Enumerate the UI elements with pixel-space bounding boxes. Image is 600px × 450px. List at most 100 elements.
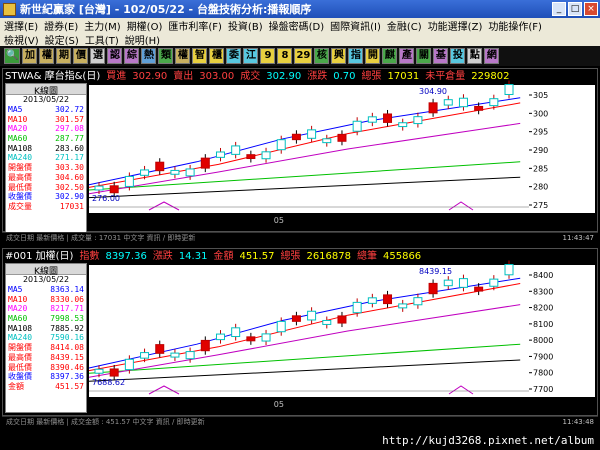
candle-body	[443, 99, 453, 106]
menu-item[interactable]: 說明(H)	[125, 32, 160, 47]
legend-row: MA10 8330.06	[6, 295, 86, 305]
status-clock: 11:43:48	[562, 418, 594, 426]
candle-body	[261, 151, 271, 160]
candle-body	[140, 169, 150, 176]
menu-item[interactable]: 金融(C)	[387, 18, 422, 33]
toolbar-button[interactable]: 認	[107, 48, 123, 64]
candle-body	[291, 133, 301, 141]
menu-item[interactable]: 功能選擇(Z)	[428, 18, 483, 33]
toolbar-button[interactable]: 指	[348, 48, 364, 64]
toolbar-button[interactable]: 類	[158, 48, 174, 64]
maximize-button[interactable]: □	[568, 2, 582, 16]
quote-field: #001 加權(日)	[5, 251, 74, 262]
legend-label: 收盤價	[8, 192, 32, 202]
toolbar-button[interactable]: 期	[56, 48, 72, 64]
indicator-legend-taiex: K線圖 2013/05/22 MA5 8363.14 MA10 8330.06 MA20 82…	[5, 263, 87, 413]
toolbar-button[interactable]: 29	[294, 48, 313, 64]
candle-body	[474, 286, 484, 292]
legend-row: MA240 7590.16	[6, 333, 86, 343]
toolbar-button[interactable]: 加	[22, 48, 38, 64]
toolbar-button[interactable]: 江	[243, 48, 259, 64]
toolbar-button[interactable]: 價	[73, 48, 89, 64]
menu-item[interactable]: 功能操作(F)	[488, 18, 542, 33]
toolbar-button[interactable]: 興	[331, 48, 347, 64]
high-price-label: 8439.15	[419, 267, 452, 276]
candle-body	[155, 161, 165, 172]
candle-body	[231, 327, 241, 338]
toolbar-button[interactable]: 熱	[141, 48, 157, 64]
quote-field: 0.70	[333, 71, 356, 82]
legend-value: 271.17	[55, 153, 84, 163]
y-tick-label: 280	[533, 183, 548, 192]
quote-field: 金額	[213, 251, 234, 262]
toolbar-button[interactable]: 開	[365, 48, 381, 64]
toolbar-button[interactable]: 基	[433, 48, 449, 64]
toolbar-button[interactable]: 綜	[124, 48, 140, 64]
candle-body	[504, 84, 514, 95]
toolbar-button[interactable]: 點	[467, 48, 483, 64]
legend-value: 17031	[59, 201, 84, 211]
quote-field: STWA& 摩台指&(日)	[5, 71, 101, 82]
quote-field: 455866	[383, 251, 422, 262]
menu-item[interactable]: 國際資訊(I)	[330, 18, 381, 33]
quote-field: 14.31	[178, 251, 208, 262]
toolbar-button[interactable]: 權	[39, 48, 55, 64]
toolbar-button[interactable]: 權	[175, 48, 191, 64]
candle-body	[261, 333, 271, 342]
legend-title: K線圖	[6, 84, 86, 97]
legend-label: 金額	[8, 381, 24, 391]
toolbar-button[interactable]: 8	[277, 48, 293, 64]
minimize-button[interactable]: _	[552, 2, 566, 16]
toolbar-button[interactable]: 智	[192, 48, 208, 64]
toolbar-button[interactable]: 櫃	[209, 48, 225, 64]
menu-item[interactable]: 證券(E)	[44, 18, 78, 33]
toolbar-button[interactable]: 麒	[382, 48, 398, 64]
toolbar-button[interactable]: 產	[399, 48, 415, 64]
y-tick-label: 7900	[533, 352, 553, 361]
menu-item[interactable]: 投資(B)	[228, 18, 263, 33]
close-button[interactable]: ×	[584, 2, 598, 16]
search-icon[interactable]: 🔍	[4, 48, 21, 64]
legend-row: MA10 301.57	[6, 115, 86, 125]
candle-body	[367, 116, 377, 123]
chart-panel-taiex[interactable]: 8400 8300 8200 8100 8000 7900 7800 7700 8439.15 7…	[2, 248, 598, 416]
legend-row: MA5 302.72	[6, 105, 86, 115]
legend-label: 最高價	[8, 352, 32, 362]
candle-body	[383, 113, 393, 123]
candlestick-chart-mtx[interactable]: 305 300 295 290 285 280 275 304.90 276.00 05	[3, 69, 597, 231]
legend-label: MA5	[8, 105, 23, 114]
toolbar-button[interactable]: 網	[484, 48, 500, 64]
legend-row: MA60 7998.53	[6, 314, 86, 324]
menu-bar: 選擇(E) 證券(E) 主力(M) 期權(O) 匯市利率(F) 投資(B) 操盤密碼(D) 國…	[0, 18, 600, 47]
menu-item[interactable]: 操盤密碼(D)	[269, 18, 325, 33]
menu-item[interactable]: 主力(M)	[84, 18, 120, 33]
status-clock: 11:43:47	[562, 234, 594, 242]
menu-item[interactable]: 設定(S)	[45, 32, 79, 47]
quote-field: 17031	[387, 71, 420, 82]
candle-body	[367, 297, 377, 304]
menu-item[interactable]: 匯市利率(F)	[168, 18, 222, 33]
high-price-label: 304.90	[419, 87, 447, 96]
quote-field: 賣出	[173, 71, 194, 82]
toolbar-button[interactable]: 核	[314, 48, 330, 64]
menu-item[interactable]: 選擇(E)	[4, 18, 38, 33]
title-bar[interactable]: 新世紀贏家 [台灣] - 102/05/22 - 台盤技術分析:播報順序 _ □…	[0, 0, 600, 18]
candle-body	[94, 185, 104, 191]
candlestick-chart-taiex[interactable]: 8400 8300 8200 8100 8000 7900 7800 7700 8439.15 7…	[3, 249, 597, 415]
y-tick-label: 7800	[533, 369, 553, 378]
legend-row: MA5 8363.14	[6, 285, 86, 295]
chart-panel-mtx[interactable]: 305 300 295 290 285 280 275 304.90 276.00 05 STWA…	[2, 68, 598, 233]
candle-body	[489, 278, 499, 287]
toolbar-button[interactable]: 關	[416, 48, 432, 64]
menu-item[interactable]: 工具(T)	[85, 32, 119, 47]
toolbar-button[interactable]: 投	[450, 48, 466, 64]
toolbar-button[interactable]: 選	[90, 48, 106, 64]
candle-body	[94, 368, 104, 374]
menu-item[interactable]: 檢視(V)	[4, 32, 39, 47]
legend-row: MA20 297.08	[6, 124, 86, 134]
legend-value: 8390.46	[50, 362, 84, 372]
legend-row: MA240 271.17	[6, 153, 86, 163]
menu-item[interactable]: 期權(O)	[127, 18, 163, 33]
toolbar-button[interactable]: 9	[260, 48, 276, 64]
toolbar-button[interactable]: 委	[226, 48, 242, 64]
